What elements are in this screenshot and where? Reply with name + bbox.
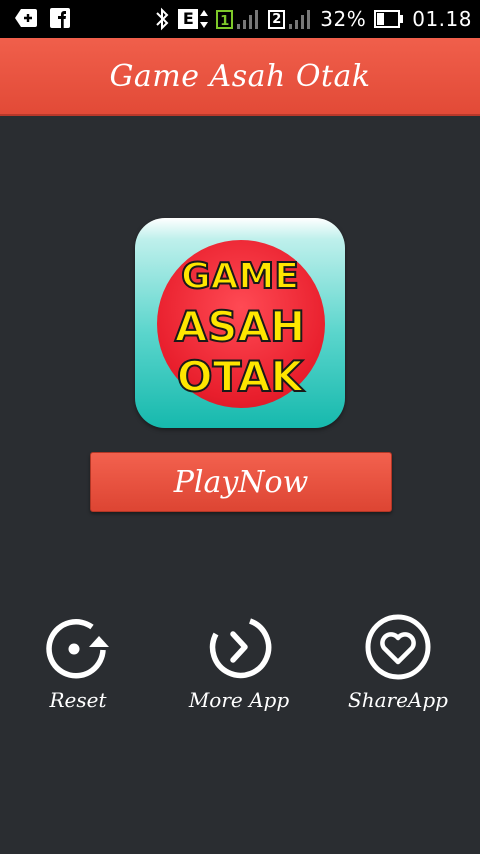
game-logo: GAME ASAH OTAK xyxy=(135,218,345,428)
logo-line-1: GAME xyxy=(180,255,300,298)
battery-icon xyxy=(374,10,404,28)
logo-line-2: ASAH xyxy=(174,301,306,352)
play-now-button[interactable]: PlayNow xyxy=(90,452,392,512)
app-title: Game Asah Otak xyxy=(109,58,371,94)
status-bar: E 1 2 32% 01.18 xyxy=(0,0,480,38)
sim1-label: 1 xyxy=(216,9,234,29)
logo-line-3: OTAK xyxy=(176,351,304,402)
heart-icon xyxy=(365,614,431,680)
play-now-label: PlayNow xyxy=(173,464,309,500)
clock: 01.18 xyxy=(412,7,472,31)
sim1-signal-icon: 1 xyxy=(216,9,260,29)
bluetooth-icon xyxy=(154,7,170,31)
share-app-label: ShareApp xyxy=(348,688,448,712)
sim2-signal-icon: 2 xyxy=(268,9,312,29)
app-bar: Game Asah Otak xyxy=(0,38,480,116)
add-icon xyxy=(14,7,38,29)
sim2-label: 2 xyxy=(268,9,286,29)
reset-button[interactable]: Reset xyxy=(13,614,143,712)
more-app-label: More App xyxy=(188,688,290,712)
chevron-right-icon xyxy=(209,618,272,679)
reset-label: Reset xyxy=(49,688,107,712)
reset-icon xyxy=(46,619,109,679)
share-app-button[interactable]: ShareApp xyxy=(333,614,463,712)
more-app-button[interactable]: More App xyxy=(174,614,304,712)
network-type-label: E xyxy=(178,9,199,29)
facebook-icon xyxy=(50,8,70,28)
network-e-icon: E xyxy=(178,9,209,29)
battery-percent: 32% xyxy=(320,7,367,31)
